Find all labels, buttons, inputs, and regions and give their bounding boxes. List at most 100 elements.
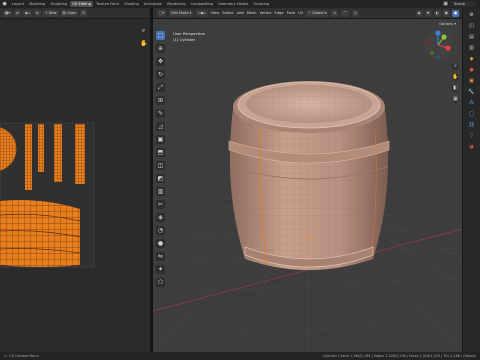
world-props-icon[interactable]: ●	[468, 67, 475, 74]
uv-editor-header: ▦▾ ⇄ ▪▫ ≡ + New ▤ Open ⊡	[0, 8, 152, 19]
object-props-icon[interactable]: ▣	[468, 78, 475, 85]
uv-editor-canvas[interactable]: ⌕ ✋	[0, 19, 150, 352]
workspace-tab-scripting[interactable]: Scripting	[251, 1, 272, 7]
menu-uv[interactable]: UV	[298, 11, 303, 15]
add-cube-icon[interactable]: ▣	[156, 135, 165, 144]
render-props-icon[interactable]: ◰	[468, 23, 475, 30]
proportional-edit-icon[interactable]: ◎	[351, 9, 359, 17]
select-mode-icon[interactable]: ▫▪▫	[196, 9, 208, 17]
uv-island-strip-4[interactable]	[75, 124, 85, 184]
workspace-tab-compositing[interactable]: Compositing	[188, 1, 216, 7]
open-image-button[interactable]: ▤ Open	[60, 9, 79, 17]
navigation-gizmo[interactable]	[422, 29, 454, 61]
scale-icon[interactable]: ⤢	[156, 83, 165, 92]
hand-icon[interactable]: ✋	[140, 40, 147, 47]
gizmo-x-icon[interactable]	[445, 45, 451, 51]
open-image-label: Open	[66, 10, 77, 15]
zoom-icon[interactable]: ⌕	[140, 27, 147, 34]
transform-orientation-selector[interactable]: ⊹ Global ▾	[306, 9, 329, 17]
snap-icon[interactable]: ⌒	[341, 9, 349, 17]
visibility-icon[interactable]: ◉	[415, 9, 423, 17]
workspace-tab-modeling[interactable]: Modeling	[27, 1, 48, 7]
uv-island-strip-3[interactable]	[54, 124, 62, 182]
poly-build-icon[interactable]: ◈	[156, 213, 165, 222]
options-button[interactable]: Options ▾	[439, 22, 456, 26]
pan-view-icon[interactable]: ✋	[452, 74, 459, 81]
uv-island-strip-1[interactable]	[25, 124, 32, 190]
workspace-tab-rendering[interactable]: Rendering	[165, 1, 188, 7]
mouse-right-icon: ▭	[4, 354, 8, 358]
uv-island-body[interactable]	[0, 200, 80, 267]
blender-logo-icon[interactable]: ◉	[0, 1, 9, 7]
solid-shading-icon[interactable]: ●	[451, 9, 459, 17]
workspace-tab-sculpting[interactable]: Sculpting	[48, 1, 70, 7]
overlay-toggle-icon[interactable]: ◐	[433, 9, 441, 17]
particles-icon[interactable]: ⁂	[468, 100, 475, 107]
menu-mesh[interactable]: Mesh	[247, 11, 257, 15]
menu-vertex[interactable]: Vertex	[260, 11, 272, 15]
tool-props-icon[interactable]: ⚙	[468, 12, 475, 19]
bevel-icon[interactable]: ◩	[156, 174, 165, 183]
camera-view-icon[interactable]: ◧	[452, 85, 459, 92]
output-props-icon[interactable]: ▤	[468, 34, 475, 41]
mode-selector[interactable]: Edit Mode ▾	[169, 9, 194, 17]
top-bar: ◉ Layout Modeling Sculpting UV Editing T…	[0, 0, 480, 8]
gizmo-toggle-icon[interactable]: ✥	[424, 9, 432, 17]
spin-icon[interactable]: ◔	[156, 226, 165, 235]
ortho-toggle-icon[interactable]: ▦	[452, 96, 459, 103]
editor-type-icon[interactable]: ▦▾	[3, 9, 13, 17]
editor-type-3d-icon[interactable]: ⬚▾	[157, 9, 167, 17]
inset-icon[interactable]: ◫	[156, 161, 165, 170]
transform-icon[interactable]: ⊞	[156, 96, 165, 105]
workspace-tab-geometry-nodes[interactable]: Geometry Nodes	[216, 1, 251, 7]
gizmo-z-icon[interactable]	[435, 30, 441, 36]
workspace-tab-uv-editing[interactable]: UV Editing	[69, 1, 94, 7]
gizmo-neg-y-icon[interactable]	[430, 51, 434, 55]
extrude-icon[interactable]: ⬒	[156, 148, 165, 157]
rotate-icon[interactable]: ↻	[156, 70, 165, 79]
uv-island-strip-2[interactable]	[38, 124, 44, 172]
modifier-props-icon[interactable]: 🔧	[468, 89, 475, 96]
pivot-icon[interactable]: ⊙	[331, 9, 339, 17]
constraints-icon[interactable]: ⛓	[468, 122, 475, 129]
zoom-view-icon[interactable]: ⌕	[452, 63, 459, 70]
smooth-icon[interactable]: ●	[156, 239, 165, 248]
loop-cut-icon[interactable]: ▥	[156, 187, 165, 196]
pin-icon[interactable]: ⊡	[80, 9, 88, 17]
menu-edge[interactable]: Edge	[274, 11, 283, 15]
move-icon[interactable]: ✥	[156, 57, 165, 66]
menu-select[interactable]: Select	[222, 11, 233, 15]
annotate-icon[interactable]: ✎	[156, 109, 165, 118]
gizmo-neg-x-icon[interactable]	[426, 40, 430, 44]
workspace-tab-shading[interactable]: Shading	[122, 1, 142, 7]
view-layer-icon[interactable]: ▥	[468, 45, 475, 52]
material-icon[interactable]: ◕	[468, 144, 475, 151]
scene-props-icon[interactable]: ◆	[468, 56, 475, 63]
knife-icon[interactable]: ✂	[156, 200, 165, 209]
measure-icon[interactable]: ◿	[156, 122, 165, 131]
menu-add[interactable]: Add	[237, 11, 244, 15]
workspace-tab-texture-paint[interactable]: Texture Paint	[93, 1, 121, 7]
menu-face[interactable]: Face	[287, 11, 295, 15]
select-box-icon[interactable]: ⬚	[156, 31, 165, 40]
xray-toggle-icon[interactable]: ▣	[442, 9, 450, 17]
gizmo-neg-z-icon[interactable]	[436, 55, 440, 59]
uv-sync-icon[interactable]: ⇄	[14, 9, 22, 17]
shear-icon[interactable]: ⬠	[156, 278, 165, 287]
barrel-mesh[interactable]	[228, 81, 390, 270]
gizmo-y-icon[interactable]	[441, 34, 447, 40]
viewport-overlay-text: User Perspective (1) Cylinder	[173, 31, 205, 42]
edge-slide-icon[interactable]: ⇋	[156, 252, 165, 261]
physics-icon[interactable]: ◯	[468, 111, 475, 118]
view-menu-icon[interactable]: ≡	[33, 9, 41, 17]
workspace-tab-animation[interactable]: Animation	[141, 1, 164, 7]
scene-selector[interactable]: Scene	[450, 1, 476, 7]
cursor-icon[interactable]: ⊕	[156, 44, 165, 53]
uv-select-mode-icon[interactable]: ▪▫	[23, 9, 32, 17]
mesh-data-icon[interactable]: ▽	[468, 133, 475, 140]
shrink-icon[interactable]: ✦	[156, 265, 165, 274]
3d-viewport[interactable]: User Perspective (1) Cylinder ⬚ ⊕ ✥ ↻ ⤢ …	[153, 19, 462, 352]
new-image-button[interactable]: + New	[42, 9, 59, 17]
workspace-tab-layout[interactable]: Layout	[9, 1, 26, 7]
menu-view[interactable]: View	[211, 11, 220, 15]
